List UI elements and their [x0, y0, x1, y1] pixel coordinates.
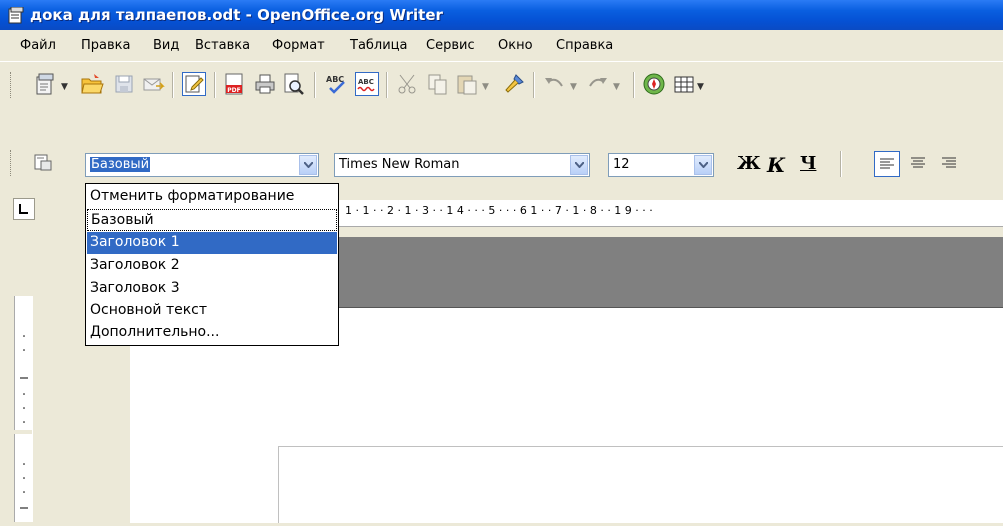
- vertical-ruler-marks: [20, 335, 28, 509]
- paragraph-style-value[interactable]: Базовый: [90, 157, 151, 172]
- navigator-icon[interactable]: [642, 72, 666, 96]
- dropdown-option[interactable]: Заголовок 3: [87, 278, 337, 300]
- print-icon[interactable]: [253, 72, 277, 96]
- title-bar[interactable]: дока для талпаепов.odt - OpenOffice.org …: [0, 0, 1003, 30]
- tab-left-icon: [19, 204, 28, 214]
- dropdown-option-selected[interactable]: Заголовок 1: [87, 232, 337, 254]
- table-dropdown-arrow[interactable]: ▼: [697, 82, 704, 92]
- paste-icon[interactable]: [455, 72, 479, 96]
- menu-view[interactable]: Вид: [153, 38, 179, 53]
- copy-icon[interactable]: [426, 72, 450, 96]
- undo-icon[interactable]: [542, 72, 566, 96]
- vertical-ruler[interactable]: [14, 296, 33, 522]
- align-center-icon: [911, 157, 925, 168]
- font-name-combo[interactable]: Times New Roman: [334, 153, 590, 177]
- toolbar-grip[interactable]: [10, 72, 14, 98]
- menu-edit[interactable]: Правка: [81, 38, 130, 53]
- dropdown-option[interactable]: Заголовок 2: [87, 255, 337, 277]
- font-size-combo[interactable]: 12: [608, 153, 714, 177]
- text-boundary: [278, 446, 1003, 523]
- paragraph-style-dropdown: Отменить форматирование Базовый Заголово…: [85, 183, 339, 346]
- svg-text:ABC: ABC: [358, 78, 374, 86]
- paragraph-style-combo[interactable]: Базовый: [85, 153, 319, 177]
- svg-text:PDF: PDF: [227, 87, 240, 94]
- chevron-down-icon[interactable]: [299, 155, 317, 175]
- format-paintbrush-icon[interactable]: [502, 72, 526, 96]
- menu-bar: Файл Правка Вид Вставка Формат Таблица С…: [0, 30, 1003, 60]
- align-left-icon: [880, 158, 894, 169]
- new-document-icon[interactable]: [33, 72, 57, 96]
- styles-formatting-icon[interactable]: [33, 152, 53, 172]
- redo-icon[interactable]: [586, 72, 610, 96]
- dropdown-option[interactable]: Основной текст: [87, 300, 337, 322]
- writer-app-icon: [8, 6, 24, 24]
- paste-dropdown-arrow[interactable]: ▼: [482, 82, 489, 92]
- toolbar-separator: [840, 151, 842, 177]
- menu-help[interactable]: Справка: [556, 38, 613, 53]
- toolbar-separator: [386, 72, 388, 98]
- align-left-button[interactable]: [874, 151, 900, 177]
- underline-button[interactable]: Ч: [800, 153, 816, 174]
- font-size-value[interactable]: 12: [613, 157, 630, 172]
- chevron-down-icon[interactable]: [570, 155, 588, 175]
- menu-format[interactable]: Формат: [272, 38, 325, 53]
- cut-icon[interactable]: [396, 72, 420, 96]
- tab-stop-selector[interactable]: [13, 198, 35, 220]
- menu-window[interactable]: Окно: [498, 38, 533, 53]
- menu-tools[interactable]: Сервис: [426, 38, 475, 53]
- autospellcheck-icon[interactable]: ABC: [355, 72, 379, 96]
- toolbar-separator: [214, 72, 216, 98]
- menu-insert[interactable]: Вставка: [195, 38, 250, 53]
- ruler-markings: 1 · 1 · · 2 · 1 · 3 · · 1 4 · · · 5 · · …: [345, 204, 653, 217]
- toolbar-separator: [314, 72, 316, 98]
- align-center-button[interactable]: [906, 151, 932, 177]
- align-right-icon: [942, 157, 956, 168]
- italic-button[interactable]: К: [767, 153, 785, 177]
- toolbar-grip[interactable]: [10, 150, 14, 176]
- save-icon[interactable]: [112, 72, 136, 96]
- edit-mode-icon[interactable]: [182, 72, 206, 96]
- undo-dropdown-arrow[interactable]: ▼: [570, 82, 577, 92]
- toolbar-separator: [633, 72, 635, 98]
- standard-toolbar: ▼ PDF ABC ABC ▼ ▼ ▼ ▼: [0, 61, 1003, 108]
- redo-dropdown-arrow[interactable]: ▼: [613, 82, 620, 92]
- ruler-margin-marker[interactable]: [14, 430, 32, 434]
- dropdown-option[interactable]: Базовый: [87, 209, 337, 231]
- bold-button[interactable]: Ж: [737, 153, 761, 174]
- email-icon[interactable]: [141, 72, 165, 96]
- dropdown-option[interactable]: Дополнительно...: [87, 322, 337, 344]
- table-icon[interactable]: [672, 72, 696, 96]
- chevron-down-icon[interactable]: [694, 155, 712, 175]
- svg-text:ABC: ABC: [326, 75, 344, 84]
- toolbar-separator: [172, 72, 174, 98]
- dropdown-option[interactable]: Отменить форматирование: [87, 186, 337, 208]
- align-right-button[interactable]: [937, 151, 963, 177]
- window-title: дока для талпаепов.odt - OpenOffice.org …: [30, 6, 443, 24]
- menu-file[interactable]: Файл: [20, 38, 56, 53]
- toolbar-separator: [533, 72, 535, 98]
- open-folder-icon[interactable]: [80, 72, 104, 96]
- menu-table[interactable]: Таблица: [350, 38, 408, 53]
- new-dropdown-arrow[interactable]: ▼: [61, 82, 68, 92]
- horizontal-ruler[interactable]: 1 · 1 · · 2 · 1 · 3 · · 1 4 · · · 5 · · …: [330, 200, 1003, 227]
- export-pdf-icon[interactable]: PDF: [222, 72, 246, 96]
- toolbar-spacer: [0, 107, 1003, 140]
- spellcheck-icon[interactable]: ABC: [324, 72, 348, 96]
- font-name-value[interactable]: Times New Roman: [339, 157, 459, 172]
- page-preview-icon[interactable]: [281, 72, 305, 96]
